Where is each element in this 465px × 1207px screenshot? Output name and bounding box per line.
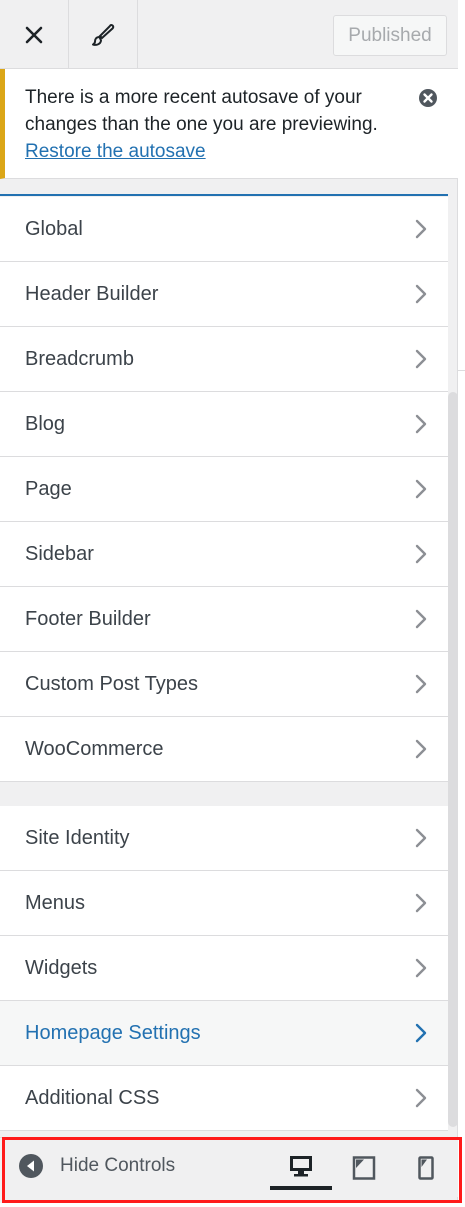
panel-global[interactable]: Global [0,197,448,262]
hide-controls-label: Hide Controls [60,1155,176,1176]
panel-additional-css[interactable]: Additional CSS [0,1066,448,1131]
chevron-right-icon [415,414,427,434]
panel-label: Menus [25,891,86,914]
preview-edge [458,0,465,1207]
restore-autosave-link[interactable]: Restore the autosave [25,141,206,162]
panel-label: Custom Post Types [25,672,199,695]
chevron-right-icon [415,609,427,629]
chevron-right-icon [415,479,427,499]
panel-label: Page [25,477,72,500]
close-button[interactable] [0,0,69,69]
preview-desktop-button[interactable] [270,1146,332,1190]
panel-menus[interactable]: Menus [0,871,448,936]
panel-label: Header Builder [25,282,159,305]
panel-sidebar[interactable]: Sidebar [0,522,448,587]
panel-blog[interactable]: Blog [0,392,448,457]
tablet-icon [352,1156,376,1180]
published-button[interactable]: Published [333,15,447,56]
chevron-right-icon [415,958,427,978]
chevron-right-icon [415,893,427,913]
chevron-right-icon [415,828,427,848]
chevron-right-icon [415,544,427,564]
panel-homepage-settings[interactable]: Homepage Settings [0,1001,448,1066]
theme-panels-list: Global Header Builder Breadcrumb Blog Page Si… [0,197,448,782]
customizer-footer: Hide Controls [0,1137,458,1197]
preview-tablet-button[interactable] [333,1146,395,1190]
desktop-icon [290,1156,312,1177]
panel-label: Site Identity [25,826,130,849]
paintbrush-icon [92,23,115,46]
chevron-right-icon [415,1023,427,1043]
panel-breadcrumb[interactable]: Breadcrumb [0,327,448,392]
panel-label: Blog [25,412,66,435]
panel-page[interactable]: Page [0,457,448,522]
panel-label: Footer Builder [25,607,151,630]
section-divider [0,194,448,196]
panel-label: Homepage Settings [25,1021,201,1044]
hide-controls-button[interactable]: Hide Controls [18,1152,175,1180]
collapse-icon [19,1154,43,1178]
customizer-header: Published [0,0,458,69]
autosave-notice-message: There is a more recent autosave of your … [25,87,378,135]
panel-widgets[interactable]: Widgets [0,936,448,1001]
chevron-right-icon [415,674,427,694]
panel-label: WooCommerce [25,737,164,760]
customizer-sidebar: Published There is a more recent autosav… [0,0,458,1207]
panel-label: Global [25,217,83,240]
mobile-icon [418,1156,434,1180]
autosave-notice: There is a more recent autosave of your … [0,69,458,179]
dismiss-icon[interactable] [418,88,438,108]
panel-site-identity[interactable]: Site Identity [0,806,448,871]
preview-mobile-button[interactable] [395,1146,457,1190]
panel-custom-post-types[interactable]: Custom Post Types [0,652,448,717]
panel-label: Breadcrumb [25,347,134,370]
chevron-right-icon [415,1088,427,1108]
chevron-right-icon [415,739,427,759]
close-icon [25,26,43,43]
panel-woocommerce[interactable]: WooCommerce [0,717,448,782]
panel-header-builder[interactable]: Header Builder [0,262,448,327]
chevron-right-icon [415,349,427,369]
panel-label: Sidebar [25,542,94,565]
chevron-right-icon [415,219,427,239]
scrollbar[interactable] [448,392,458,1127]
panel-label: Additional CSS [25,1086,160,1109]
core-panels-list: Site Identity Menus Widgets Homepage Settin… [0,806,448,1131]
chevron-right-icon [415,284,427,304]
panel-footer-builder[interactable]: Footer Builder [0,587,448,652]
panel-label: Widgets [25,956,98,979]
customize-button[interactable] [69,0,138,69]
